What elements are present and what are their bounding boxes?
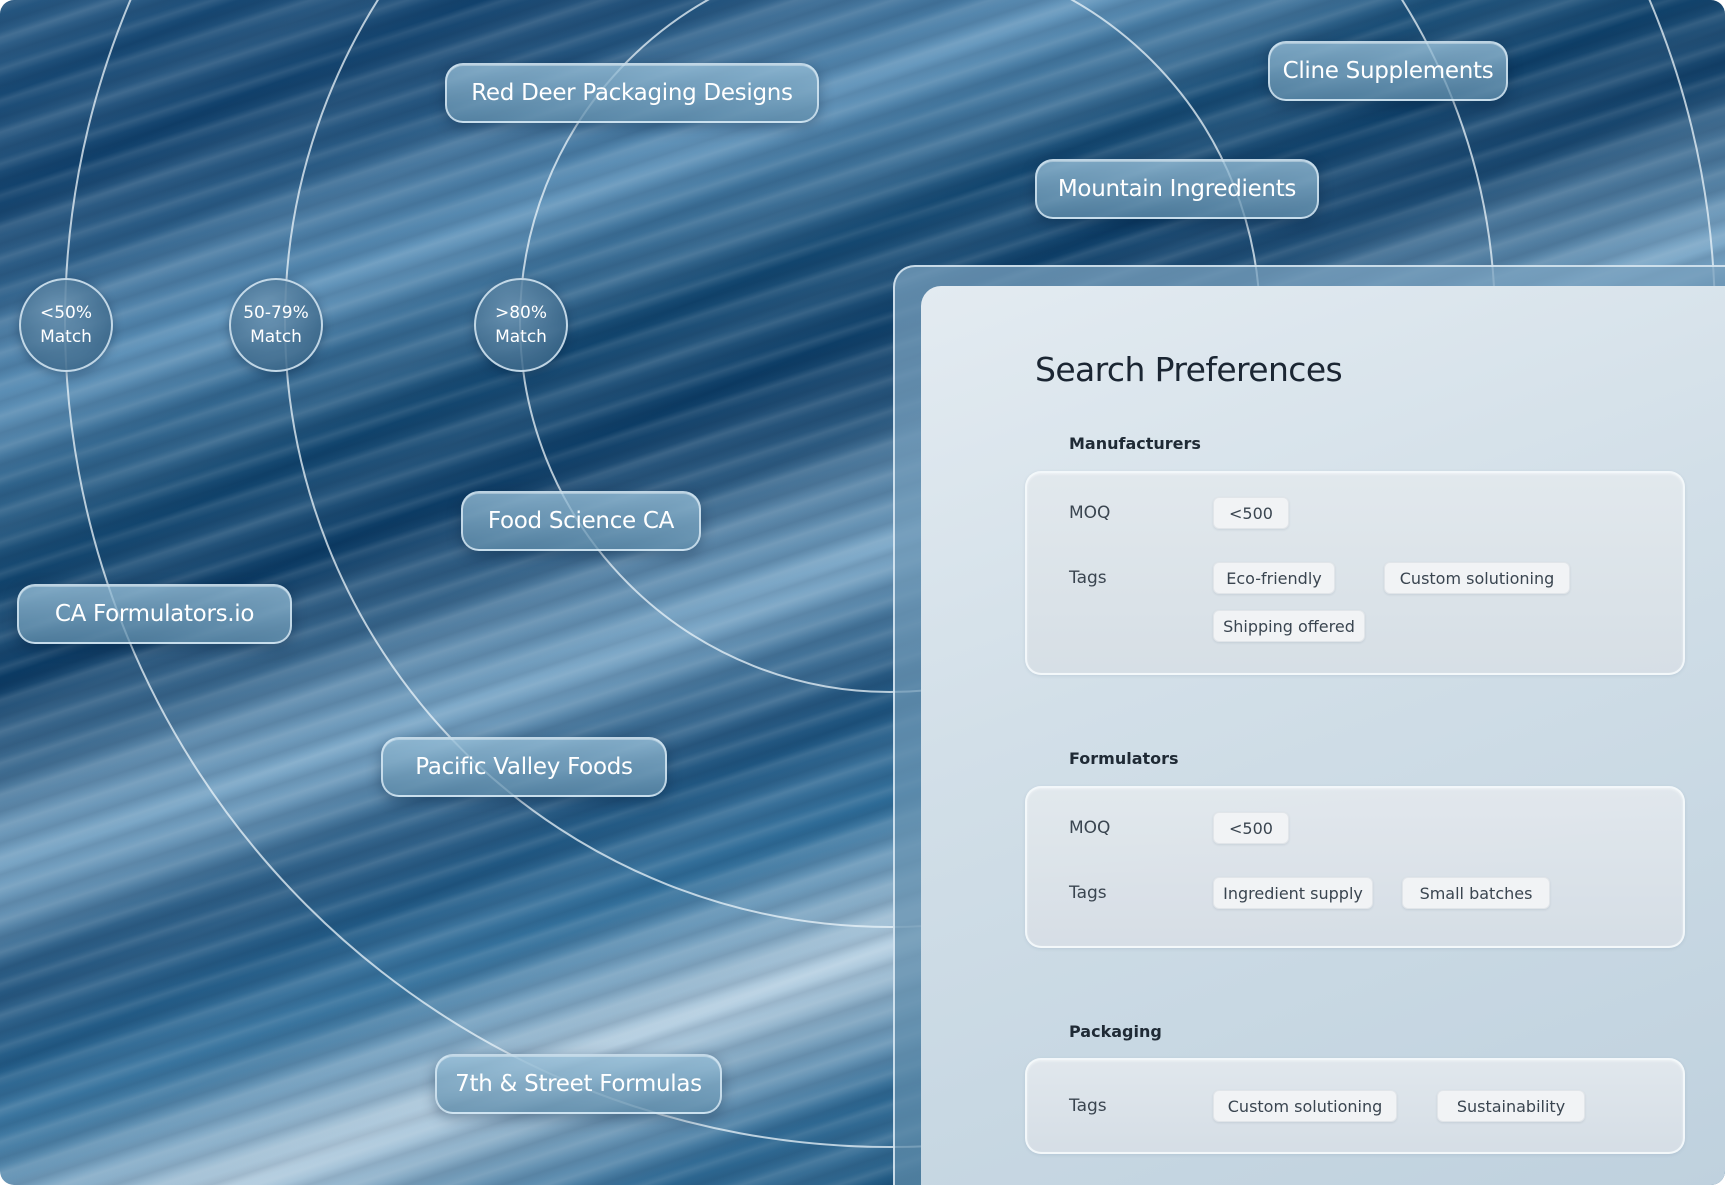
chip-moq[interactable]: <500 bbox=[1213, 812, 1289, 844]
chip-tag[interactable]: Custom solutioning bbox=[1384, 562, 1570, 594]
mid-match-percent: 50-79% bbox=[243, 303, 309, 323]
supplier-pill-pacific-valley[interactable]: Pacific Valley Foods bbox=[381, 737, 667, 797]
panel-title: Search Preferences bbox=[1035, 350, 1343, 389]
packaging-card: Tags Custom solutioning Sustainability bbox=[1025, 1058, 1685, 1154]
chip-tag[interactable]: Small batches bbox=[1402, 877, 1550, 909]
low-match-badge[interactable]: <50% Match bbox=[19, 278, 113, 372]
section-label-packaging: Packaging bbox=[1069, 1022, 1162, 1041]
manufacturers-card: MOQ <500 Tags Eco-friendly Custom soluti… bbox=[1025, 471, 1685, 675]
supplier-pill-7th-street[interactable]: 7th & Street Formulas bbox=[435, 1054, 722, 1114]
row-label-tags: Tags bbox=[1069, 883, 1107, 903]
supplier-pill-mountain[interactable]: Mountain Ingredients bbox=[1035, 159, 1319, 219]
search-preferences-panel: Search Preferences Manufacturers MOQ <50… bbox=[921, 286, 1725, 1185]
chip-tag[interactable]: Eco-friendly bbox=[1213, 562, 1335, 594]
chip-tag[interactable]: Shipping offered bbox=[1213, 610, 1365, 642]
row-label-moq: MOQ bbox=[1069, 503, 1111, 523]
high-match-percent: >80% bbox=[494, 303, 548, 323]
chip-moq[interactable]: <500 bbox=[1213, 497, 1289, 529]
supplier-pill-food-science[interactable]: Food Science CA bbox=[461, 491, 701, 551]
supplier-pill-ca-formulators[interactable]: CA Formulators.io bbox=[17, 584, 292, 644]
high-match-badge[interactable]: >80% Match bbox=[474, 278, 568, 372]
chip-tag[interactable]: Sustainability bbox=[1437, 1090, 1585, 1122]
section-label-manufacturers: Manufacturers bbox=[1069, 434, 1201, 453]
chip-tag[interactable]: Ingredient supply bbox=[1213, 877, 1373, 909]
row-label-tags: Tags bbox=[1069, 568, 1107, 588]
low-match-percent: <50% bbox=[39, 303, 93, 323]
supplier-pill-cline[interactable]: Cline Supplements bbox=[1268, 41, 1508, 101]
row-label-tags: Tags bbox=[1069, 1096, 1107, 1116]
section-label-formulators: Formulators bbox=[1069, 749, 1179, 768]
chip-tag[interactable]: Custom solutioning bbox=[1213, 1090, 1397, 1122]
mid-match-label: Match bbox=[250, 327, 302, 347]
low-match-label: Match bbox=[40, 327, 92, 347]
mid-match-badge[interactable]: 50-79% Match bbox=[229, 278, 323, 372]
high-match-label: Match bbox=[495, 327, 547, 347]
row-label-moq: MOQ bbox=[1069, 818, 1111, 838]
supplier-pill-red-deer[interactable]: Red Deer Packaging Designs bbox=[445, 63, 819, 123]
formulators-card: MOQ <500 Tags Ingredient supply Small ba… bbox=[1025, 786, 1685, 948]
match-radar-background: <50% Match 50-79% Match >80% Match Red D… bbox=[0, 0, 1725, 1185]
